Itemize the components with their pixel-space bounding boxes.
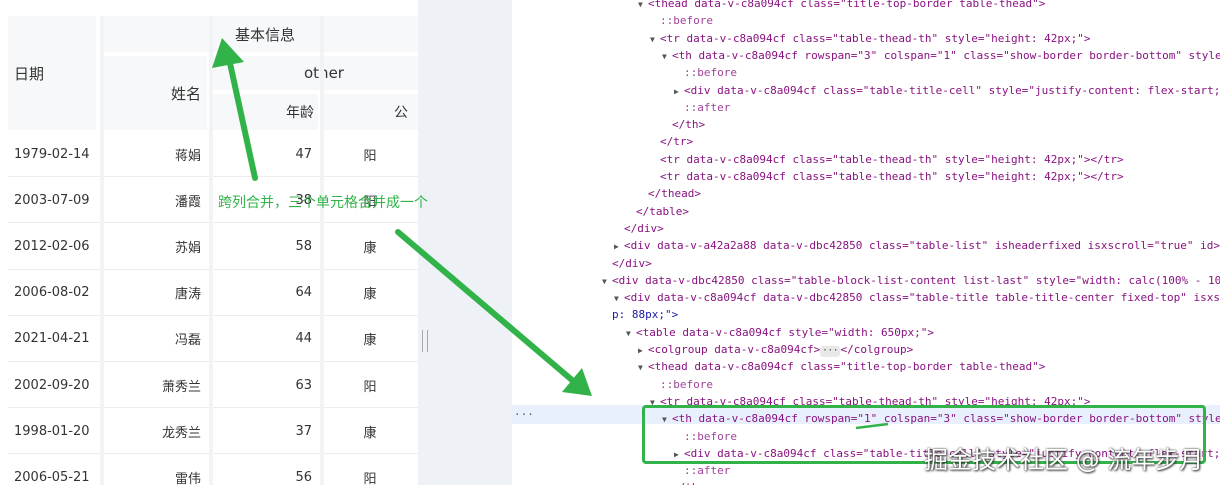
colspan-underline <box>855 422 889 430</box>
arrow-up <box>225 51 258 181</box>
watermark: 掘金技术社区 @ 流年步月 <box>924 446 1204 474</box>
arrow-down <box>395 229 575 383</box>
arrow-up-head <box>212 38 244 68</box>
annotation-arrows <box>212 38 889 430</box>
